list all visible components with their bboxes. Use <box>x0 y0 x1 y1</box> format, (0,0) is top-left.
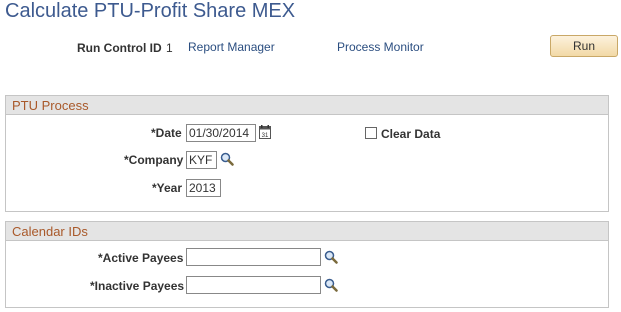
calendar-ids-header: Calendar IDs <box>6 222 608 241</box>
run-control-label: Run Control ID <box>77 41 162 55</box>
magnifier-lookup-icon[interactable] <box>324 250 338 269</box>
run-button[interactable]: Run <box>550 35 618 57</box>
magnifier-lookup-icon[interactable] <box>324 278 338 297</box>
date-field[interactable]: 01/30/2014 <box>186 124 256 142</box>
magnifier-lookup-icon[interactable] <box>220 152 234 171</box>
ptu-process-title: PTU Process <box>12 98 89 113</box>
active-payees-label: *Active Payees <box>98 251 184 265</box>
ptu-process-group: PTU Process <box>5 95 609 212</box>
calendar-ids-title: Calendar IDs <box>12 224 88 239</box>
calendar-icon[interactable]: 31 <box>259 125 271 144</box>
clear-data-checkbox[interactable] <box>365 127 377 139</box>
report-manager-link[interactable]: Report Manager <box>188 40 275 54</box>
year-field[interactable]: 2013 <box>186 179 221 197</box>
year-label: *Year <box>152 181 183 195</box>
clear-data-label: Clear Data <box>381 127 441 141</box>
run-control-value: 1 <box>166 41 173 55</box>
svg-text:31: 31 <box>262 133 269 139</box>
company-field[interactable]: KYF <box>186 151 217 169</box>
company-label: *Company <box>124 153 184 167</box>
process-monitor-link[interactable]: Process Monitor <box>337 40 424 54</box>
inactive-payees-label: *Inactive Payees <box>90 279 185 293</box>
ptu-process-header: PTU Process <box>6 96 608 115</box>
page-title: Calculate PTU-Profit Share MEX <box>5 0 296 22</box>
date-label: *Date <box>151 126 182 140</box>
inactive-payees-field[interactable] <box>186 276 321 294</box>
active-payees-field[interactable] <box>186 248 321 266</box>
